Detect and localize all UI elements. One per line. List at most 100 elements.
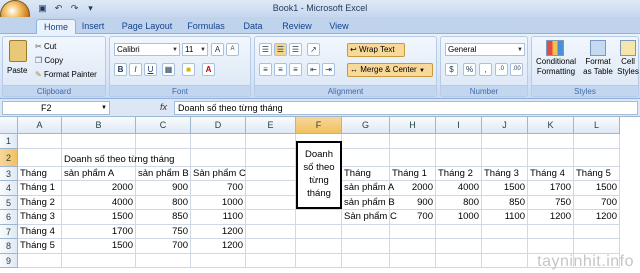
cell-l7[interactable]: [574, 224, 620, 239]
cell-i3[interactable]: Tháng 2: [436, 166, 482, 181]
row-header-4[interactable]: 4: [0, 181, 18, 196]
cell-j4[interactable]: 1500: [482, 181, 528, 196]
align-left-icon[interactable]: ≡: [259, 63, 272, 76]
cell-k2[interactable]: [528, 148, 574, 167]
cell-l3[interactable]: Tháng 5: [574, 166, 620, 181]
align-center-icon[interactable]: ≡: [274, 63, 287, 76]
column-header-a[interactable]: A: [18, 117, 62, 134]
cell-b2[interactable]: Doanh số theo từng tháng: [62, 148, 174, 167]
fill-color-icon[interactable]: ■: [182, 63, 195, 76]
cell-a5[interactable]: Tháng 2: [18, 195, 62, 210]
tab-data[interactable]: Data: [238, 19, 268, 34]
format-as-table-icon[interactable]: [590, 40, 606, 56]
row-header-7[interactable]: 7: [0, 224, 18, 239]
cell-c7[interactable]: 750: [136, 224, 191, 239]
grow-font-icon[interactable]: A: [211, 43, 224, 56]
row-header-6[interactable]: 6: [0, 210, 18, 225]
cell-c2[interactable]: [136, 148, 191, 167]
cell-i9[interactable]: [436, 253, 482, 268]
cell-k8[interactable]: [528, 239, 574, 254]
currency-icon[interactable]: $: [445, 63, 458, 76]
comma-icon[interactable]: ,: [479, 63, 492, 76]
decrease-decimal-icon[interactable]: .00: [510, 63, 523, 76]
name-box[interactable]: F2 ▼: [2, 101, 110, 115]
cell-d5[interactable]: 1000: [191, 195, 246, 210]
column-header-j[interactable]: J: [482, 117, 528, 134]
cell-f8[interactable]: [296, 239, 342, 254]
cell-l8[interactable]: [574, 239, 620, 254]
row-header-1[interactable]: 1: [0, 134, 18, 149]
cell-h5[interactable]: 900: [390, 195, 436, 210]
cell-e1[interactable]: [246, 134, 296, 149]
decrease-indent-icon[interactable]: ⇤: [307, 63, 320, 76]
cell-j6[interactable]: 1100: [482, 210, 528, 225]
cell-a8[interactable]: Tháng 5: [18, 239, 62, 254]
cell-d4[interactable]: 700: [191, 181, 246, 196]
cell-h7[interactable]: [390, 224, 436, 239]
cell-a7[interactable]: Tháng 4: [18, 224, 62, 239]
formula-input[interactable]: Doanh số theo từng tháng: [174, 101, 638, 115]
cell-i5[interactable]: 800: [436, 195, 482, 210]
column-header-g[interactable]: G: [342, 117, 390, 134]
bold-icon[interactable]: B: [114, 63, 127, 76]
cell-b3[interactable]: sản phẩm A: [62, 166, 136, 181]
column-header-b[interactable]: B: [62, 117, 136, 134]
cell-a1[interactable]: [18, 134, 62, 149]
fx-icon[interactable]: fx: [160, 102, 167, 112]
increase-indent-icon[interactable]: ⇥: [322, 63, 335, 76]
cell-l1[interactable]: [574, 134, 620, 149]
align-middle-icon[interactable]: ☰: [274, 43, 287, 56]
row-header-8[interactable]: 8: [0, 239, 18, 254]
underline-icon[interactable]: U: [144, 63, 157, 76]
format-as-table-button[interactable]: Format as Table: [582, 57, 614, 77]
column-header-f[interactable]: F: [296, 117, 342, 134]
cell-h4[interactable]: 2000: [390, 181, 436, 196]
cell-a4[interactable]: Tháng 1: [18, 181, 62, 196]
column-header-c[interactable]: C: [136, 117, 191, 134]
cell-c6[interactable]: 850: [136, 210, 191, 225]
cell-f6[interactable]: [296, 210, 342, 225]
cell-c9[interactable]: [136, 253, 191, 268]
font-name-combo[interactable]: Calibri ▼: [114, 43, 180, 56]
orientation-icon[interactable]: ↗: [307, 43, 320, 56]
cell-k5[interactable]: 750: [528, 195, 574, 210]
cell-i4[interactable]: 4000: [436, 181, 482, 196]
cell-b5[interactable]: 4000: [62, 195, 136, 210]
cell-e7[interactable]: [246, 224, 296, 239]
cell-i8[interactable]: [436, 239, 482, 254]
cut-button[interactable]: ✂ Cut: [35, 41, 56, 53]
cell-styles-icon[interactable]: [620, 40, 636, 56]
cell-l5[interactable]: 700: [574, 195, 620, 210]
conditional-formatting-icon[interactable]: [546, 40, 564, 56]
font-size-combo[interactable]: 11 ▼: [182, 43, 208, 56]
cell-g3[interactable]: Tháng: [342, 166, 390, 181]
cell-g7[interactable]: [342, 224, 390, 239]
conditional-formatting-button[interactable]: Conditional Formatting: [534, 57, 578, 77]
align-bottom-icon[interactable]: ☰: [289, 43, 302, 56]
cell-k3[interactable]: Tháng 4: [528, 166, 574, 181]
cell-e5[interactable]: [246, 195, 296, 210]
cell-d1[interactable]: [191, 134, 246, 149]
cell-i7[interactable]: [436, 224, 482, 239]
cell-c8[interactable]: 700: [136, 239, 191, 254]
cell-b6[interactable]: 1500: [62, 210, 136, 225]
cell-i1[interactable]: [436, 134, 482, 149]
tab-page-layout[interactable]: Page Layout: [118, 19, 176, 34]
cell-k7[interactable]: [528, 224, 574, 239]
cell-b8[interactable]: 1500: [62, 239, 136, 254]
copy-button[interactable]: ❐ Copy: [35, 55, 63, 67]
borders-icon[interactable]: ▦: [162, 63, 175, 76]
cell-l4[interactable]: 1500: [574, 181, 620, 196]
tab-home[interactable]: Home: [36, 19, 76, 34]
shrink-font-icon[interactable]: A: [226, 43, 239, 56]
tab-review[interactable]: Review: [280, 19, 314, 34]
tab-formulas[interactable]: Formulas: [184, 19, 228, 34]
cell-g8[interactable]: [342, 239, 390, 254]
italic-icon[interactable]: I: [129, 63, 142, 76]
cell-h1[interactable]: [390, 134, 436, 149]
cell-c4[interactable]: 900: [136, 181, 191, 196]
cell-d8[interactable]: 1200: [191, 239, 246, 254]
cell-k4[interactable]: 1700: [528, 181, 574, 196]
cell-g5[interactable]: sản phẩm B: [342, 195, 395, 210]
cell-d2[interactable]: [191, 148, 246, 167]
